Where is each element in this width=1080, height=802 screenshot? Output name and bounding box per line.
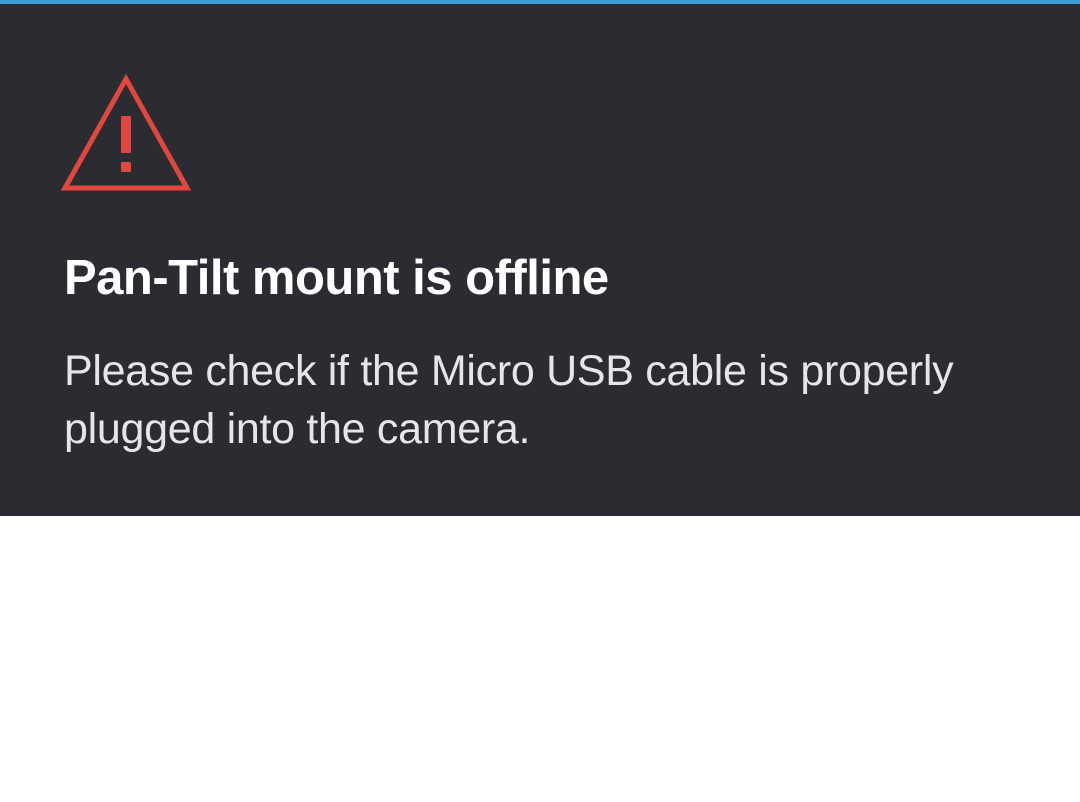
empty-content-area	[0, 516, 1080, 802]
alert-title: Pan-Tilt mount is offline	[64, 251, 609, 305]
alert-message: Please check if the Micro USB cable is p…	[64, 342, 1024, 458]
page: Pan-Tilt mount is offline Please check i…	[0, 0, 1080, 802]
alert-message-line-2: plugged into the camera.	[64, 405, 531, 453]
alert-message-line-1: Please check if the Micro USB cable is p…	[64, 347, 954, 395]
offline-alert-card: Pan-Tilt mount is offline Please check i…	[0, 4, 1080, 516]
warning-triangle-icon	[60, 73, 192, 191]
